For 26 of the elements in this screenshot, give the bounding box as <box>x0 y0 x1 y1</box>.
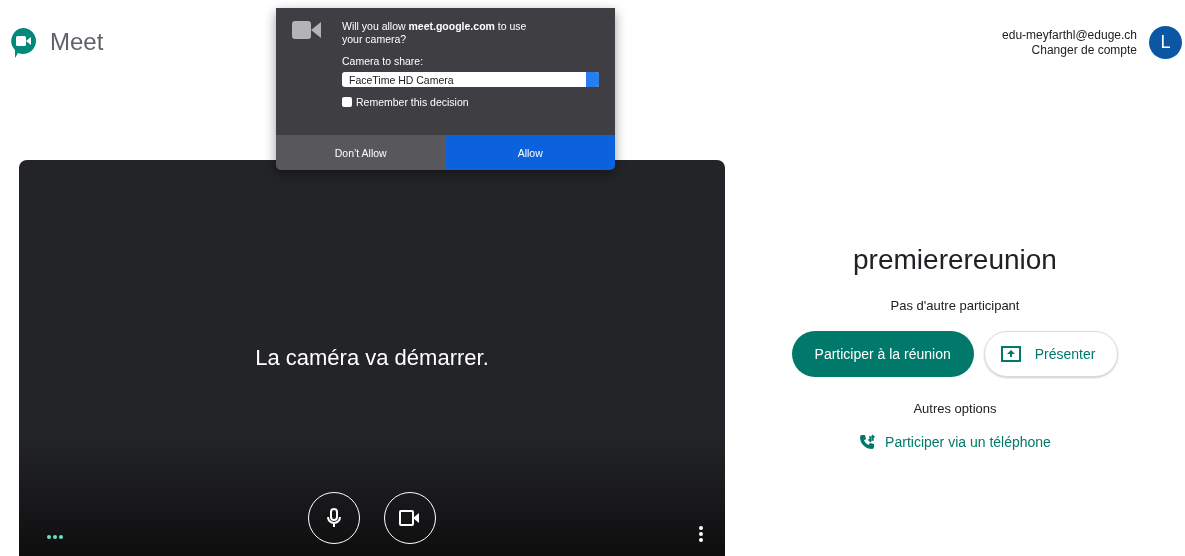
camera-select[interactable]: FaceTime HD Camera <box>342 72 599 87</box>
app-name: Meet <box>50 28 104 56</box>
camera-label: Camera to share: <box>342 55 425 67</box>
other-options-label: Autres options <box>913 401 997 416</box>
deny-button[interactable]: Don’t Allow <box>276 135 446 170</box>
video-camera-icon <box>292 20 322 40</box>
permission-message: Will you allow meet.google.com to use your camera? <box>342 20 528 46</box>
meet-logo-icon <box>8 26 38 58</box>
more-options-icon[interactable] <box>699 526 703 542</box>
dots-icon <box>47 535 63 539</box>
remember-checkbox[interactable] <box>342 97 352 107</box>
microphone-icon <box>326 508 342 528</box>
camera-status-text: La caméra va démarrer. <box>255 345 489 371</box>
meeting-name: premierereunion <box>853 244 1057 276</box>
phone-join-link[interactable]: Participer via un téléphone <box>859 434 1051 450</box>
join-button[interactable]: Participer à la réunion <box>791 331 974 377</box>
account-avatar[interactable]: L <box>1149 26 1182 59</box>
remember-label: Remember this decision <box>356 96 469 108</box>
video-camera-icon <box>399 510 421 526</box>
present-screen-icon <box>1000 346 1021 362</box>
account-email: edu-meyfarthl@eduge.ch <box>1002 27 1137 43</box>
phone-icon <box>859 434 876 450</box>
present-button[interactable]: Présenter <box>983 331 1119 377</box>
allow-button[interactable]: Allow <box>445 135 615 170</box>
switch-account-link[interactable]: Changer de compte <box>1031 42 1137 58</box>
participants-text: Pas d'autre participant <box>890 298 1020 313</box>
